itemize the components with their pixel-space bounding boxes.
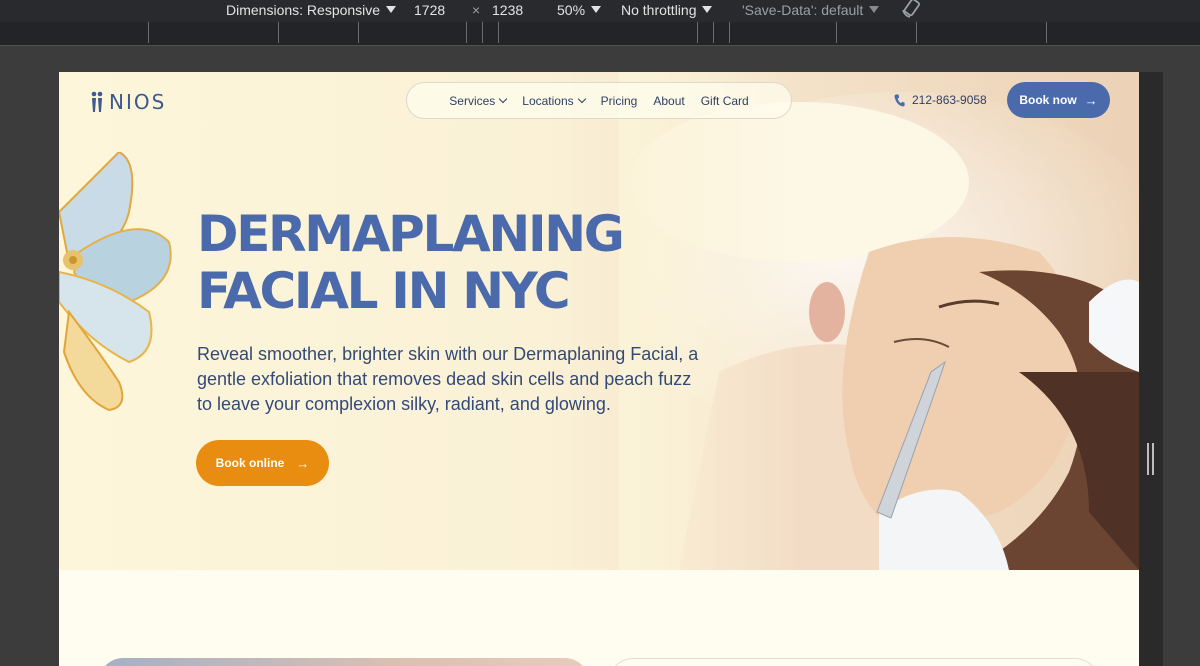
- device-rotate-icon[interactable]: [900, 0, 924, 18]
- chevron-down-icon: [499, 94, 508, 103]
- dropdown-triangle-icon: [386, 6, 397, 13]
- phone-link[interactable]: 212-863-9058: [894, 93, 987, 107]
- dropdown-triangle-icon: [869, 6, 880, 13]
- hero-title: DERMAPLANING FACIAL IN NYC: [197, 206, 717, 320]
- throttling-select[interactable]: No throttling: [621, 2, 713, 18]
- flower-decoration: [59, 152, 172, 412]
- arrow-right-icon: →: [1084, 92, 1098, 108]
- content-card: [609, 658, 1099, 666]
- zoom-select[interactable]: 50%: [557, 2, 602, 18]
- height-input[interactable]: 1238: [492, 2, 523, 18]
- hero-title-line-2: FACIAL IN NYC: [197, 262, 571, 320]
- dropdown-triangle-icon: [591, 6, 602, 13]
- book-online-button[interactable]: Book online →: [196, 440, 329, 486]
- nav-pricing[interactable]: Pricing: [601, 94, 638, 108]
- dropdown-triangle-icon: [702, 6, 713, 13]
- arrow-right-icon: →: [296, 455, 310, 471]
- hero-title-line-1: DERMAPLANING: [197, 205, 625, 263]
- nav-services[interactable]: Services: [449, 94, 508, 108]
- phone-icon: [894, 94, 905, 106]
- devtools-device-toolbar: Dimensions: Responsive 1728 × 1238 50% N…: [0, 0, 1200, 22]
- nav-gift-card[interactable]: Gift Card: [701, 94, 749, 108]
- media-query-ruler: [0, 22, 1200, 46]
- hero-description: Reveal smoother, brighter skin with our …: [197, 344, 699, 414]
- nav-about[interactable]: About: [653, 94, 684, 108]
- book-now-button[interactable]: Book now →: [1007, 82, 1110, 118]
- nav-locations[interactable]: Locations: [522, 94, 586, 108]
- hero-photo: [619, 72, 1139, 570]
- logo-figure-icon: [91, 91, 103, 112]
- width-input[interactable]: 1728: [414, 2, 445, 18]
- resize-handle[interactable]: [1147, 443, 1154, 475]
- dimensions-select[interactable]: Dimensions: Responsive: [226, 2, 397, 18]
- dimension-separator: ×: [472, 2, 481, 18]
- hero-section: NIOS Services Locations Pricing About Gi…: [59, 72, 1139, 570]
- nios-logo[interactable]: NIOS: [89, 90, 166, 114]
- content-card-image: [99, 658, 589, 666]
- logo-text: NIOS: [109, 90, 167, 114]
- viewport-right-gutter: [1139, 72, 1163, 666]
- emulated-page: NIOS Services Locations Pricing About Gi…: [59, 72, 1139, 666]
- save-data-select[interactable]: 'Save-Data': default: [742, 2, 880, 18]
- main-navigation: Services Locations Pricing About Gift Ca…: [406, 82, 792, 119]
- chevron-down-icon: [577, 94, 586, 103]
